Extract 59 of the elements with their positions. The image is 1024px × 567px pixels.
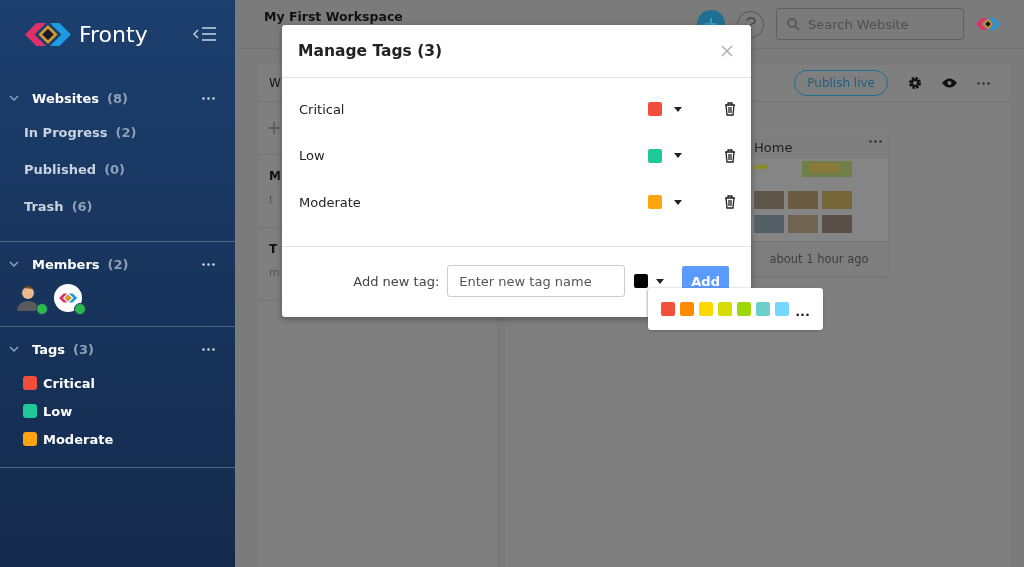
- nav-item[interactable]: In Progress: [24, 125, 108, 140]
- color-option[interactable]: [718, 302, 732, 316]
- tag-name-field[interactable]: Enter new tag name: [447, 265, 626, 297]
- nav-item[interactable]: Trash: [24, 199, 64, 214]
- tag-name: Moderate: [299, 194, 362, 210]
- item-count: (2): [115, 125, 137, 140]
- website-title: Home: [754, 140, 793, 155]
- color-option[interactable]: [775, 302, 789, 316]
- tag-item[interactable]: Moderate: [43, 431, 114, 447]
- tag-item[interactable]: Low: [43, 403, 73, 419]
- eye-icon[interactable]: [942, 78, 957, 88]
- new-tag-color-swatch[interactable]: [634, 274, 649, 288]
- tag-color-swatch[interactable]: [648, 195, 662, 210]
- section-count: (3): [73, 341, 94, 357]
- chevron-icon[interactable]: [8, 258, 20, 270]
- board-tab[interactable]: W: [269, 76, 281, 90]
- workspace-title: My First Workspace: [264, 9, 403, 24]
- section-count: (8): [106, 90, 128, 106]
- tag-color-swatch[interactable]: [648, 102, 662, 117]
- settings-icon[interactable]: [908, 76, 922, 90]
- caret-icon[interactable]: [674, 106, 682, 112]
- tag-name: Critical: [299, 101, 346, 117]
- more-icon[interactable]: [202, 347, 215, 351]
- caret-icon[interactable]: [674, 199, 682, 205]
- item-count: (0): [104, 162, 126, 177]
- more-icon[interactable]: [202, 96, 215, 100]
- color-option[interactable]: [756, 302, 770, 316]
- trash-icon[interactable]: [724, 148, 736, 163]
- section-title[interactable]: Websites: [32, 90, 99, 106]
- section-title[interactable]: Members: [32, 256, 100, 272]
- section-count: (2): [107, 256, 129, 272]
- color-option[interactable]: [699, 302, 713, 316]
- trash-icon[interactable]: [724, 102, 736, 117]
- app-logo-text: Fronty: [79, 21, 148, 47]
- dialog-title: Manage Tags (3): [298, 42, 443, 60]
- color-option[interactable]: [680, 302, 694, 316]
- logo-icon: [25, 22, 71, 46]
- tag-name: Low: [299, 148, 326, 164]
- search-icon: [787, 17, 800, 31]
- app-logo-icon: [976, 18, 1000, 30]
- collapse-menu-icon[interactable]: [193, 26, 217, 42]
- tag-color-swatch[interactable]: [648, 148, 662, 163]
- card-title: M: [269, 169, 281, 183]
- section-title[interactable]: Tags: [32, 341, 65, 357]
- nav-item[interactable]: Published: [24, 162, 97, 177]
- add-tag-label: Add new tag:: [353, 273, 440, 289]
- color-option[interactable]: [737, 302, 751, 316]
- chevron-icon[interactable]: [8, 343, 20, 355]
- trash-icon[interactable]: [724, 195, 736, 210]
- color-option[interactable]: [661, 302, 675, 316]
- more-colors-button[interactable]: ...: [795, 299, 810, 319]
- avatar-icon[interactable]: [54, 284, 82, 312]
- caret-icon[interactable]: [656, 278, 665, 284]
- card-title: T: [269, 242, 278, 256]
- tag-item[interactable]: Critical: [43, 375, 95, 391]
- item-count: (6): [71, 199, 93, 214]
- more-icon[interactable]: [202, 262, 215, 266]
- caret-icon[interactable]: [674, 153, 682, 159]
- chevron-icon[interactable]: [8, 92, 20, 104]
